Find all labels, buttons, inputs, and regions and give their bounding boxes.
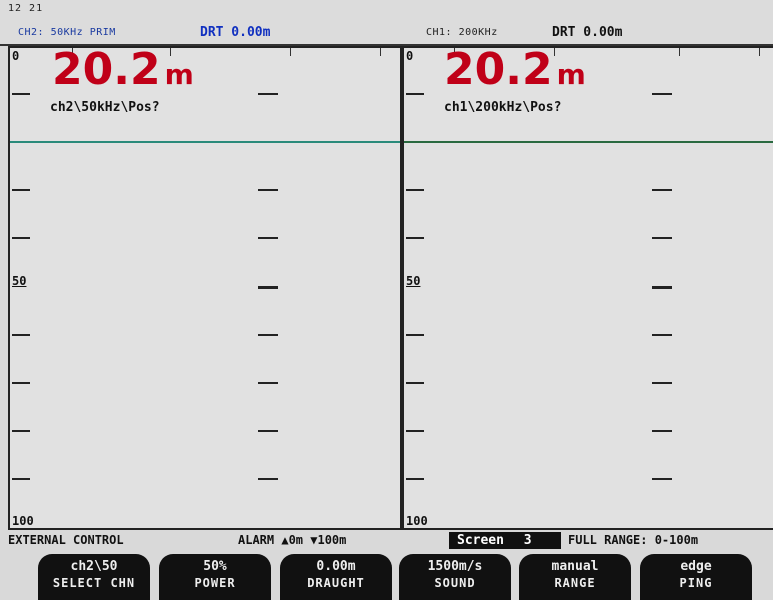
depth-tick bbox=[12, 93, 30, 95]
screen-label: Screen bbox=[457, 533, 504, 548]
channel-name: ch2\50kHz\Pos? bbox=[50, 100, 160, 115]
depth-tick bbox=[406, 478, 424, 480]
depth-tick bbox=[12, 382, 30, 384]
depth-tick bbox=[12, 430, 30, 432]
softkey-value: 0.00m bbox=[316, 559, 356, 574]
depth-unit: m bbox=[164, 58, 194, 91]
ch2-label: CH2: 50KHz PRIM bbox=[18, 27, 116, 38]
softkey-sound[interactable]: 1500m/s SOUND bbox=[399, 554, 511, 600]
softkey-value: 50% bbox=[203, 559, 227, 574]
depth-tick bbox=[12, 478, 30, 480]
top-tick bbox=[290, 48, 291, 56]
top-tick bbox=[759, 48, 760, 56]
depth-tick bbox=[652, 189, 672, 191]
depth-tick bbox=[652, 93, 672, 95]
softkey-label: RANGE bbox=[554, 576, 596, 590]
softkey-draught[interactable]: 0.00m DRAUGHT bbox=[280, 554, 392, 600]
softkey-label: POWER bbox=[194, 576, 236, 590]
ch1-label: CH1: 200KHz bbox=[426, 27, 498, 38]
softkey-range[interactable]: manual RANGE bbox=[519, 554, 631, 600]
softkey-select-chn[interactable]: ch2\50 SELECT CHN bbox=[38, 554, 150, 600]
echogram-right[interactable]: 0 20.2 m ch1\200kHz\Pos? 50 100 bbox=[402, 46, 773, 530]
alarm-range: ALARM ▲0m ▼100m bbox=[238, 533, 347, 547]
depth-tick bbox=[652, 237, 672, 239]
depth-tick bbox=[406, 237, 424, 239]
depth-tick bbox=[258, 93, 278, 95]
status-bar: EXTERNAL CONTROL ALARM ▲0m ▼100m Screen … bbox=[0, 530, 773, 550]
depth-tick bbox=[12, 334, 30, 336]
softkey-ping[interactable]: edge PING bbox=[640, 554, 752, 600]
depth-unit: m bbox=[556, 58, 586, 91]
screen-number: 3 bbox=[523, 533, 532, 548]
channel-name: ch1\200kHz\Pos? bbox=[444, 100, 562, 115]
bottom-echo-line bbox=[10, 141, 400, 143]
depth-tick bbox=[258, 478, 278, 480]
softkey-value: manual bbox=[551, 559, 599, 574]
depth-tick bbox=[406, 93, 424, 95]
scale-mid-label: 50 bbox=[12, 274, 27, 288]
scale-mid-label: 50 bbox=[406, 274, 421, 288]
softkey-label: SELECT CHN bbox=[52, 576, 136, 590]
scale-bottom-label: 100 bbox=[12, 514, 34, 528]
control-mode: EXTERNAL CONTROL bbox=[8, 533, 124, 547]
scale-top-label: 0 bbox=[12, 49, 20, 63]
ch1-drt: DRT 0.00m bbox=[552, 25, 623, 40]
depth-tick bbox=[12, 237, 30, 239]
depth-tick bbox=[12, 189, 30, 191]
depth-tick bbox=[652, 334, 672, 336]
screen-indicator[interactable]: Screen 3 bbox=[449, 532, 561, 549]
depth-tick bbox=[652, 382, 672, 384]
depth-tick bbox=[258, 237, 278, 239]
depth-tick bbox=[406, 430, 424, 432]
depth-tick bbox=[258, 286, 278, 289]
depth-tick bbox=[652, 430, 672, 432]
bottom-echo-line bbox=[404, 141, 773, 143]
depth-tick bbox=[406, 334, 424, 336]
full-range: FULL RANGE: 0-100m bbox=[568, 533, 699, 547]
depth-value: 20.2 bbox=[444, 44, 553, 95]
depth-tick bbox=[258, 382, 278, 384]
depth-readout: 20.2 m bbox=[52, 46, 194, 99]
depth-readout: 20.2 m bbox=[444, 46, 586, 99]
softkey-power[interactable]: 50% POWER bbox=[159, 554, 271, 600]
softkey-label: DRAUGHT bbox=[307, 576, 365, 590]
softkey-value: edge bbox=[680, 559, 712, 574]
softkey-value: ch2\50 bbox=[70, 559, 118, 574]
softkey-value: 1500m/s bbox=[427, 559, 483, 574]
softkey-label: PING bbox=[679, 576, 713, 590]
depth-value: 20.2 bbox=[52, 44, 161, 95]
scale-bottom-label: 100 bbox=[406, 514, 428, 528]
depth-tick bbox=[652, 478, 672, 480]
top-tick bbox=[679, 48, 680, 56]
depth-tick bbox=[406, 189, 424, 191]
depth-tick bbox=[258, 189, 278, 191]
echogram-left[interactable]: 0 20.2 m ch2\50kHz\Pos? 50 100 bbox=[8, 46, 402, 530]
depth-tick bbox=[258, 334, 278, 336]
depth-tick bbox=[406, 382, 424, 384]
depth-tick bbox=[258, 430, 278, 432]
depth-tick bbox=[652, 286, 672, 289]
softkey-row: ch2\50 SELECT CHN 50% POWER 0.00m DRAUGH… bbox=[0, 550, 773, 600]
scale-top-label: 0 bbox=[406, 49, 414, 63]
softkey-label: SOUND bbox=[434, 576, 476, 590]
top-tick bbox=[380, 48, 381, 56]
ch2-drt: DRT 0.00m bbox=[200, 25, 271, 40]
header-bar: 12 21 CH2: 50KHz PRIM DRT 0.00m CH1: 200… bbox=[0, 0, 773, 44]
clock: 12 21 bbox=[8, 3, 44, 14]
